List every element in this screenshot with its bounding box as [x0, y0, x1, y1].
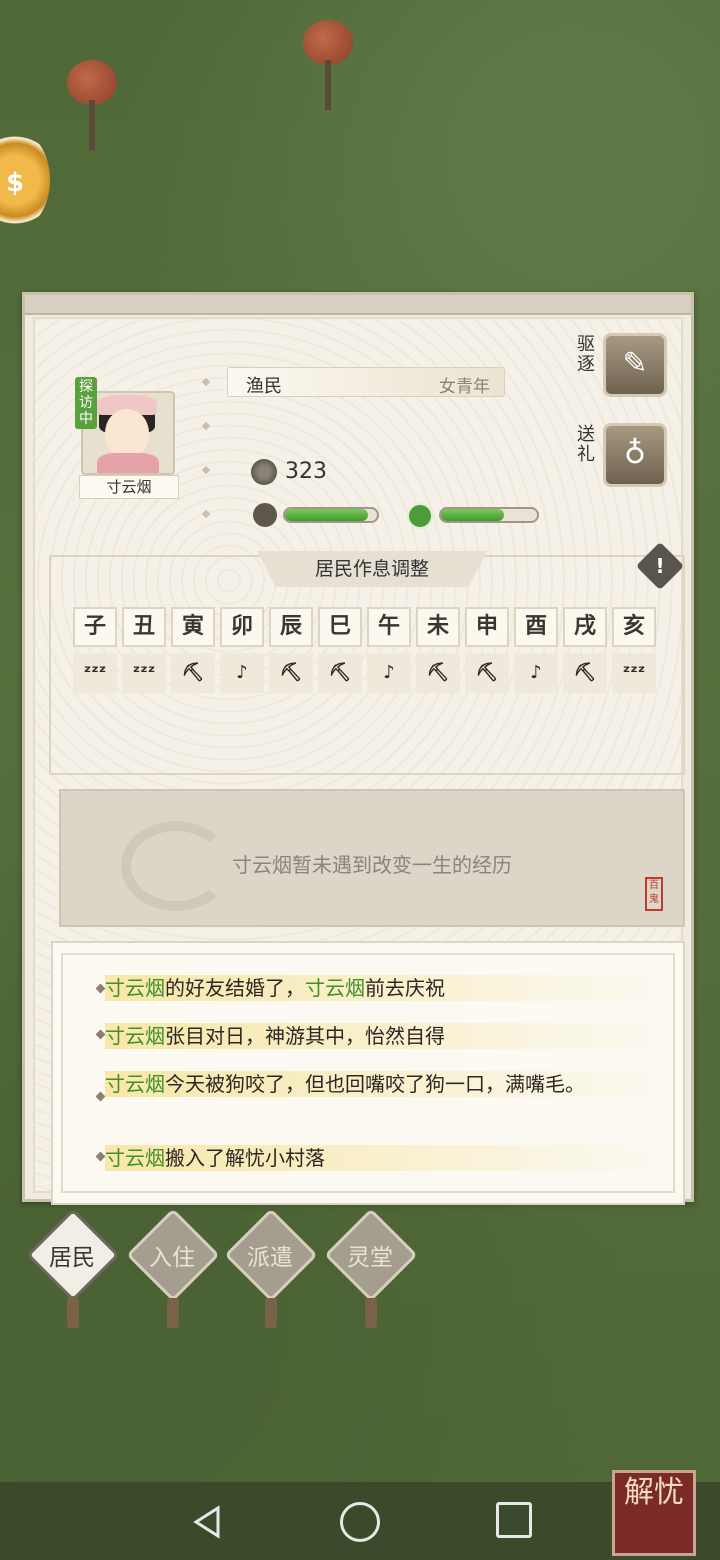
log-entry: 寸云烟张目对日，神游其中，怡然自得 — [105, 1023, 665, 1049]
tree — [298, 20, 358, 110]
broom-icon: ✎ — [622, 346, 648, 381]
log-entry: 寸云烟的好友结婚了，寸云烟前去庆祝 — [105, 975, 665, 1001]
activity-row: ᶻᶻᶻ ᶻᶻᶻ ⛏ ♪ ⛏ ⛏ ♪ ⛏ ⛏ ♪ ⛏ ᶻᶻᶻ — [73, 653, 656, 693]
work-activity-icon[interactable]: ⛏ — [269, 653, 313, 693]
bullet-icon — [201, 377, 211, 387]
sleep-activity-icon[interactable]: ᶻᶻᶻ — [612, 653, 656, 693]
hour-cell[interactable]: 戌 — [563, 607, 607, 647]
resident-name: 寸云烟 — [79, 475, 179, 499]
hour-cell[interactable]: 巳 — [318, 607, 362, 647]
hour-cell[interactable]: 酉 — [514, 607, 558, 647]
rest-activity-icon[interactable]: ♪ — [514, 653, 558, 693]
home-icon[interactable] — [340, 1502, 380, 1542]
sleep-activity-icon[interactable]: ᶻᶻᶻ — [122, 653, 166, 693]
log-entry: 寸云烟搬入了解忧小村落 — [105, 1145, 665, 1171]
schedule-section: 居民作息调整 ! 子丑寅卯辰巳午未申酉戌亥 ᶻᶻᶻ ᶻᶻᶻ ⛏ ♪ ⛏ ⛏ ♪ ⛏ ⛏ ♪ ⛏ ᶻᶻᶻ — [49, 541, 685, 775]
health-bar-fill — [285, 509, 368, 521]
mood-bar — [439, 507, 539, 523]
role-field: 渔民 女青年 — [227, 367, 505, 397]
money-bag-icon — [251, 459, 277, 485]
gift-button[interactable]: ♁ — [603, 423, 667, 487]
life-event-card: 寸云烟暂未遇到改变一生的经历 百鬼 — [59, 789, 685, 927]
resident-panel: 探访中 寸云烟 渔民 女青年 323 驱逐 ✎ 送礼 ♁ 居民作息调整 ! 子丑… — [22, 292, 694, 1205]
work-activity-icon[interactable]: ⛏ — [465, 653, 509, 693]
tab-tassel — [67, 1298, 79, 1328]
hour-cell[interactable]: 申 — [465, 607, 509, 647]
back-icon[interactable] — [188, 1502, 228, 1542]
hour-cell[interactable]: 卯 — [220, 607, 264, 647]
panel-top-bar — [25, 295, 691, 315]
money-value: 323 — [285, 459, 327, 484]
tab-checkin-label[interactable]: 入住 — [126, 1238, 218, 1272]
app-logo-badge[interactable]: 解忧 — [612, 1470, 696, 1556]
tab-memorial-label[interactable]: 灵堂 — [324, 1238, 416, 1272]
visit-status-badge: 探访中 — [75, 377, 97, 429]
hour-cell[interactable]: 未 — [416, 607, 460, 647]
hour-cell[interactable]: 午 — [367, 607, 411, 647]
gift-bag-icon: ♁ — [624, 436, 646, 471]
bullet-icon — [201, 465, 211, 475]
tree — [62, 60, 122, 150]
hour-cell[interactable]: 辰 — [269, 607, 313, 647]
tab-tassel — [265, 1298, 277, 1328]
seal-stamp: 百鬼 — [645, 877, 663, 911]
life-event-text: 寸云烟暂未遇到改变一生的经历 — [232, 853, 512, 877]
work-activity-icon[interactable]: ⛏ — [416, 653, 460, 693]
mood-leaf-icon — [407, 503, 433, 529]
event-log[interactable]: 寸云烟的好友结婚了，寸云烟前去庆祝 寸云烟张目对日，神游其中，怡然自得 寸云烟今… — [51, 941, 685, 1205]
bullet-icon — [201, 509, 211, 519]
heart-icon — [253, 503, 277, 527]
expel-label: 驱逐 — [577, 334, 595, 375]
recent-apps-icon[interactable] — [496, 1502, 532, 1538]
sleep-activity-icon[interactable]: ᶻᶻᶻ — [73, 653, 117, 693]
bullet-icon — [201, 421, 211, 431]
tab-tassel — [365, 1298, 377, 1328]
rest-activity-icon[interactable]: ♪ — [220, 653, 264, 693]
work-activity-icon[interactable]: ⛏ — [318, 653, 362, 693]
schedule-title: 居民作息调整 — [257, 551, 487, 587]
log-entry: 寸云烟今天被狗咬了，但也回嘴咬了狗一口，满嘴毛。 — [105, 1071, 665, 1097]
mood-bar-fill — [441, 509, 505, 521]
health-bar — [283, 507, 379, 523]
hour-row: 子丑寅卯辰巳午未申酉戌亥 — [73, 607, 656, 647]
work-activity-icon[interactable]: ⛏ — [563, 653, 607, 693]
gift-label: 送礼 — [577, 424, 595, 465]
rest-activity-icon[interactable]: ♪ — [367, 653, 411, 693]
hour-cell[interactable]: 丑 — [122, 607, 166, 647]
role-text: 渔民 — [246, 376, 282, 397]
tab-dispatch-label[interactable]: 派遣 — [224, 1238, 316, 1272]
hour-cell[interactable]: 亥 — [612, 607, 656, 647]
panel-body: 探访中 寸云烟 渔民 女青年 323 驱逐 ✎ 送礼 ♁ 居民作息调整 ! 子丑… — [33, 317, 685, 1205]
hour-cell[interactable]: 寅 — [171, 607, 215, 647]
work-activity-icon[interactable]: ⛏ — [171, 653, 215, 693]
age-group-text: 女青年 — [439, 377, 490, 397]
app-logo-text: 解忧 — [624, 1475, 684, 1510]
warning-icon[interactable]: ! — [635, 541, 685, 591]
hour-cell[interactable]: 子 — [73, 607, 117, 647]
tab-residents-label[interactable]: 居民 — [26, 1238, 118, 1272]
tab-tassel — [167, 1298, 179, 1328]
expel-button[interactable]: ✎ — [603, 333, 667, 397]
